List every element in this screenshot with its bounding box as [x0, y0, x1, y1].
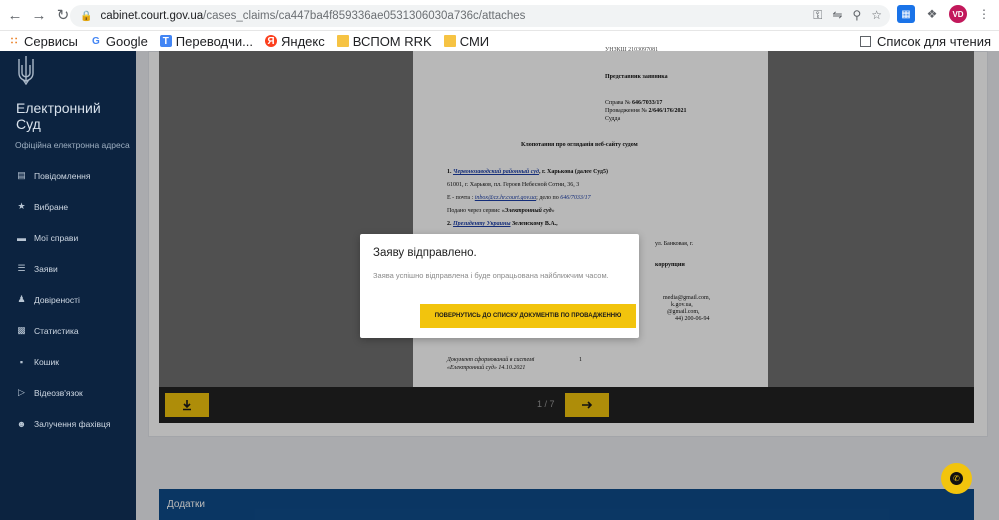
return-to-documents-button[interactable]: ПОВЕРНУТИСЬ ДО СПИСКУ ДОКУМЕНТІВ ПО ПРОВ…: [420, 304, 636, 328]
sidebar-item-label: Відеозв'язок: [34, 387, 83, 398]
sidebar-item-my-cases[interactable]: ▬ Мої справи: [16, 232, 78, 243]
sidebar-item-label: Довіреності: [34, 294, 80, 305]
trash-icon: ▪: [19, 356, 24, 367]
back-icon[interactable]: ←: [4, 4, 26, 26]
sidebar-item-specialist[interactable]: ☻ Залучення фахівця: [16, 418, 111, 429]
brand-line-1: Електронний: [16, 100, 101, 116]
video-icon: ▷: [18, 387, 25, 397]
puzzle-icon[interactable]: ❖: [923, 5, 941, 23]
profile-avatar[interactable]: VD: [949, 5, 967, 23]
sidebar: Електронний Суд Офіційна електронна адре…: [0, 51, 136, 520]
modal-body: Заява успішно відправлена і буде опрацьо…: [373, 271, 609, 280]
bookmark-label: Яндекс: [281, 33, 325, 49]
success-modal: Заяву відправлено. Заява успішно відправ…: [360, 234, 639, 338]
sidebar-item-video[interactable]: ▷ Відеозв'язок: [16, 387, 83, 398]
bookmarks-bar: ∷ Сервисы G Google T Переводчи... Я Яндекс В…: [0, 31, 999, 51]
bookmark-vspom[interactable]: ВСПОМ RRK: [336, 33, 432, 49]
list-icon: ☰: [17, 263, 26, 273]
bookmark-google[interactable]: G Google: [90, 34, 148, 49]
brand-line-2: Суд: [16, 116, 41, 132]
bookmark-translator[interactable]: T Переводчи...: [159, 33, 253, 49]
browser-toolbar: ← → ↻ 🔒 cabinet.court.gov.ua/cases_claim…: [0, 0, 999, 31]
bookmark-label: СМИ: [459, 33, 490, 49]
brand-title[interactable]: Електронний Суд: [16, 100, 101, 132]
sidebar-item-notifications[interactable]: ▤ Повідомлення: [16, 170, 90, 181]
translate-icon[interactable]: ⇋: [832, 8, 842, 23]
call-button[interactable]: ✆: [941, 463, 972, 494]
address-bar-actions: ⚿ ⇋ ⚲ ☆: [813, 8, 882, 23]
address-bar[interactable]: 🔒 cabinet.court.gov.ua/cases_claims/ca44…: [70, 5, 890, 27]
google-icon: G: [91, 35, 100, 47]
bookmark-yandex[interactable]: Я Яндекс: [265, 34, 325, 49]
url-host: cabinet.court.gov.ua: [100, 10, 204, 22]
sidebar-item-label: Статистика: [34, 325, 79, 336]
bookmark-services[interactable]: ∷ Сервисы: [8, 34, 78, 49]
modal-title: Заяву відправлено.: [373, 247, 477, 259]
star-bookmark-icon[interactable]: ☆: [871, 8, 882, 23]
folder-icon: [336, 35, 349, 47]
extensions: ▦ ❖ VD ⋮: [897, 5, 993, 23]
person-add-icon: ☻: [16, 418, 27, 429]
sidebar-item-label: Кошик: [34, 356, 59, 367]
bookmark-label: ВСПОМ RRK: [352, 33, 432, 49]
extension-icon[interactable]: ▦: [897, 5, 915, 23]
bookmark-label: Сервисы: [24, 33, 78, 49]
star-icon: ★: [17, 201, 26, 211]
sidebar-item-label: Повідомлення: [34, 170, 91, 181]
sidebar-item-label: Вибране: [34, 201, 69, 212]
folder-icon: ▬: [17, 232, 26, 243]
sidebar-item-statistics[interactable]: ▩ Статистика: [16, 325, 79, 336]
sidebar-item-favorites[interactable]: ★ Вибране: [16, 201, 68, 212]
apps-grid-icon: ∷: [10, 35, 18, 47]
translate-bookmark-icon: T: [159, 35, 172, 47]
bookmark-smi[interactable]: СМИ: [443, 33, 490, 49]
message-icon: ▤: [17, 170, 26, 180]
tagline[interactable]: Офіційна електронна адреса: [15, 140, 130, 150]
sidebar-item-label: Заяви: [34, 263, 58, 274]
key-icon[interactable]: ⚿: [813, 8, 822, 23]
lock-icon: 🔒: [80, 10, 93, 22]
users-icon: ♟: [17, 294, 26, 304]
url-path: /cases_claims/ca447ba4f859336ae053130603…: [203, 10, 526, 22]
reading-list-label: Список для чтения: [877, 33, 991, 49]
bookmark-label: Переводчи...: [175, 33, 253, 49]
menu-dots-icon[interactable]: ⋮: [975, 5, 993, 23]
phone-icon: ✆: [950, 472, 963, 485]
sidebar-item-label: Мої справи: [34, 232, 79, 243]
forward-icon[interactable]: →: [28, 4, 50, 26]
zoom-icon[interactable]: ⚲: [852, 8, 861, 23]
reading-list-icon: [860, 35, 872, 47]
yandex-icon: Я: [265, 35, 277, 47]
trident-logo-icon: [18, 56, 34, 85]
sidebar-item-label: Залучення фахівця: [34, 418, 111, 429]
reading-list[interactable]: Список для чтения: [860, 31, 991, 51]
chart-icon: ▩: [17, 325, 26, 335]
folder-icon: [443, 35, 456, 47]
bookmark-label: Google: [105, 33, 148, 49]
sidebar-item-trash[interactable]: ▪ Кошик: [16, 356, 59, 367]
sidebar-item-claims[interactable]: ☰ Заяви: [16, 263, 58, 274]
sidebar-item-powers-of-attorney[interactable]: ♟ Довіреності: [16, 294, 80, 305]
